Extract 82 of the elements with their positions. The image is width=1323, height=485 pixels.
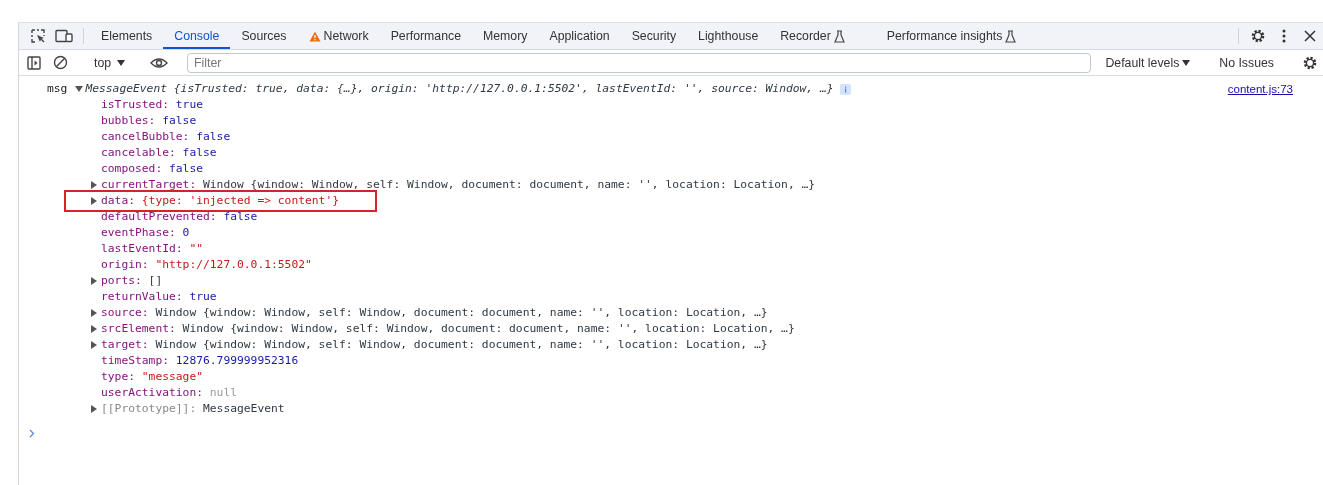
collapsed-arrow-icon[interactable] (90, 197, 97, 205)
property-name: isTrusted: (101, 97, 169, 113)
issues-button[interactable]: No Issues (1209, 55, 1284, 70)
property-name: target: (101, 337, 149, 353)
tab[interactable]: Performance insights (875, 25, 1028, 49)
property-name: [[Prototype]]: (101, 401, 197, 417)
tab[interactable]: Network (297, 25, 380, 49)
property-value: MessageEvent (203, 401, 285, 417)
property-value: "http://127.0.0.1:5502" (155, 257, 312, 273)
property-name: returnValue: (101, 289, 183, 305)
eye-icon (150, 56, 169, 69)
warning-icon (308, 30, 321, 42)
device-icon (55, 29, 73, 43)
log-label: msg (47, 81, 68, 97)
collapsed-arrow-icon[interactable] (90, 277, 97, 285)
inspect-icon (30, 28, 46, 44)
tab[interactable]: Lighthouse (687, 25, 770, 49)
clear-icon (52, 55, 68, 70)
expanded-arrow-icon[interactable] (75, 85, 84, 93)
property-value: false (169, 161, 203, 177)
collapsed-arrow-icon[interactable] (90, 181, 97, 189)
close-icon (1304, 30, 1316, 42)
property-value: "" (189, 241, 203, 257)
property-value: {type: 'injected => content'} (141, 193, 340, 209)
caret-icon (117, 59, 126, 66)
property-name: currentTarget: (101, 177, 197, 193)
sidebar-icon (27, 55, 41, 70)
property-name: type: (101, 369, 135, 385)
context-dropdown[interactable]: top (86, 55, 134, 70)
property-value: false (162, 113, 197, 129)
property-name: cancelBubble: (101, 129, 190, 145)
settings-icon (1302, 54, 1318, 71)
property-value: 12876.799999952316 (175, 353, 299, 369)
collapsed-arrow-icon[interactable] (90, 341, 97, 349)
property-name: ports: (101, 273, 142, 289)
property-name: userActivation: (101, 385, 204, 401)
property-name: data: (101, 193, 135, 209)
property-value: false (182, 145, 217, 161)
property-name: cancelable: (101, 145, 176, 161)
prompt-icon (29, 429, 35, 438)
tab[interactable]: Recorder (769, 25, 856, 49)
property-name: bubbles: (101, 113, 156, 129)
property-name: eventPhase: (101, 225, 176, 241)
property-value: true (175, 97, 203, 113)
info-icon (839, 83, 851, 95)
object-preview: MessageEvent {isTrusted: true, data: {…}, origin: 'http://127.0.0.1:5502', lastEventId: '', source: Window, …} (85, 81, 834, 97)
property-name: defaultPrevented: (101, 209, 217, 225)
property-value: Window {window: Window, self: Window, document: document, name: '', location: Location, …} (155, 305, 768, 321)
property-value: [] (148, 273, 163, 289)
property-value: Window {window: Window, self: Window, document: document, name: '', location: Location, …} (182, 321, 795, 337)
property-name: composed: (101, 161, 163, 177)
property-name: srcElement: (101, 321, 176, 337)
property-name: timeStamp: (101, 353, 169, 369)
property-name: origin: (101, 257, 149, 273)
property-value: false (196, 129, 231, 145)
property-value: true (189, 289, 217, 305)
tab[interactable]: Console (163, 25, 231, 49)
collapsed-arrow-icon[interactable] (90, 405, 97, 413)
property-name: source: (101, 305, 149, 321)
tab[interactable]: Sources (230, 25, 298, 49)
tab[interactable]: Performance (379, 25, 473, 49)
tab[interactable]: Application (538, 25, 621, 49)
property-value: "message" (141, 369, 203, 385)
tab[interactable]: Elements (90, 25, 164, 49)
tab[interactable]: Security (620, 25, 688, 49)
collapsed-arrow-icon[interactable] (90, 309, 97, 317)
caret-icon (1182, 59, 1191, 66)
more-icon (1282, 29, 1286, 43)
collapsed-arrow-icon[interactable] (90, 325, 97, 333)
flask-icon (833, 29, 845, 43)
settings-icon (1250, 28, 1266, 44)
property-value: Window {window: Window, self: Window, document: document, name: '', location: Location, …} (203, 177, 816, 193)
property-value: false (223, 209, 258, 225)
property-name: lastEventId: (101, 241, 183, 257)
property-value: 0 (182, 225, 190, 241)
tab[interactable]: Memory (472, 25, 539, 49)
property-value: Window {window: Window, self: Window, document: document, name: '', location: Location, …} (155, 337, 768, 353)
levels-dropdown[interactable]: Default levels (1099, 55, 1197, 70)
flask-icon (1005, 29, 1017, 43)
source-link[interactable]: content.js:73 (1227, 81, 1293, 97)
property-value: null (209, 385, 237, 401)
filter-field[interactable]: Filter (187, 52, 1092, 73)
